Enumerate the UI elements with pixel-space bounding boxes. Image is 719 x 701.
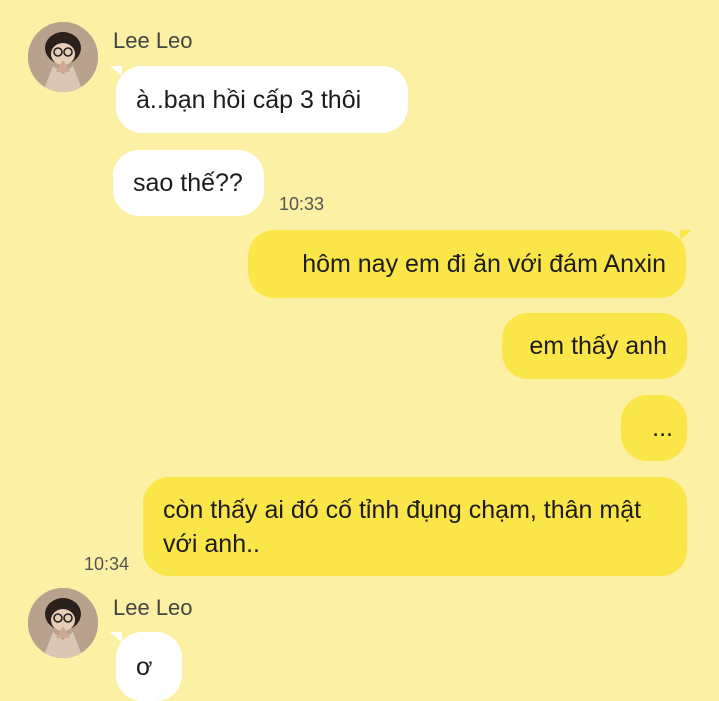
message-text: em thấy anh [529,332,667,360]
message-text: ... [652,414,673,442]
avatar[interactable] [28,588,98,658]
message-text: hôm nay em đi ăn với đám Anxin [302,250,666,278]
message-text: à..bạn hồi cấp 3 thôi [136,85,362,114]
message-bubble-outgoing[interactable]: còn thấy ai đó cố tỉnh đụng chạm, thân m… [143,477,687,576]
sender-name: Lee Leo [113,595,193,620]
message-bubble-incoming[interactable]: ơ [116,632,182,701]
message-bubble-outgoing[interactable]: ... [621,395,687,461]
message-text: ơ [136,652,153,681]
bubble-tail [680,230,692,240]
message-text: còn thấy ai đó cố tỉnh đụng chạm, thân m… [163,495,642,558]
message-time: 10:34 [84,554,130,574]
message-bubble-incoming[interactable]: sao thế?? [113,150,264,216]
message-bubble-outgoing[interactable]: hôm nay em đi ăn với đám Anxin [248,230,686,298]
bubble-tail [110,66,122,76]
message-bubble-outgoing[interactable]: em thấy anh [502,313,687,379]
avatar[interactable] [28,22,98,92]
profile-photo [28,588,98,658]
message-time: 10:33 [279,194,325,214]
message-text: sao thế?? [133,169,243,197]
message-bubble-incoming[interactable]: à..bạn hồi cấp 3 thôi [116,66,408,133]
profile-photo [28,22,98,92]
sender-name: Lee Leo [113,28,193,53]
bubble-tail [110,632,122,642]
